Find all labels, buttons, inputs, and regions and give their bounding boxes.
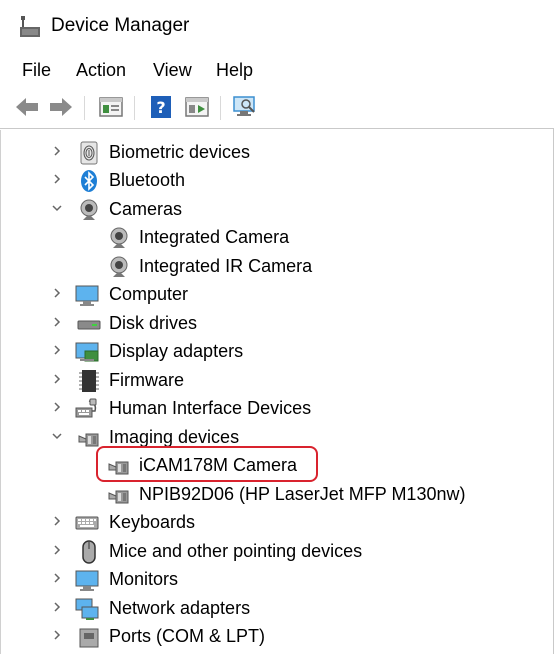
back-arrow-icon[interactable]: [14, 94, 40, 120]
menu-view[interactable]: View: [153, 60, 192, 81]
tree-node-label: Monitors: [109, 569, 179, 589]
menu-file[interactable]: File: [22, 60, 51, 81]
tree-node-label: Keyboards: [109, 512, 196, 532]
forward-arrow-icon[interactable]: [48, 94, 74, 120]
disk-drive-icon: [77, 320, 101, 330]
menu-help[interactable]: Help: [216, 60, 253, 81]
window-title: Device Manager: [51, 15, 190, 36]
help-icon[interactable]: ?: [148, 94, 174, 120]
toolbar-separator: [84, 96, 85, 120]
menu-bar: File Action View Help: [0, 55, 559, 85]
menu-action[interactable]: Action: [76, 60, 126, 81]
chevron-down-icon[interactable]: [51, 430, 63, 442]
chevron-right-icon[interactable]: [51, 173, 63, 185]
chevron-right-icon[interactable]: [51, 401, 63, 413]
scanner-camera-icon: [78, 433, 99, 447]
scan-hardware-icon[interactable]: [232, 94, 258, 120]
tree-node-human-interface-devices[interactable]: Human Interface Devices: [1, 395, 441, 423]
tree-node-label: Integrated IR Camera: [139, 256, 313, 276]
tree-node-label: Computer: [109, 284, 189, 304]
tree-node-label: Disk drives: [109, 313, 198, 333]
chevron-right-icon[interactable]: [51, 287, 63, 299]
tree-node-npib92d06[interactable]: NPIB92D06 (HP LaserJet MFP M130nw): [1, 481, 465, 509]
monitor-icon: [75, 570, 99, 591]
tree-node-integrated-ir-camera[interactable]: Integrated IR Camera: [1, 253, 441, 281]
chevron-right-icon[interactable]: [51, 601, 63, 613]
tree-node-integrated-camera[interactable]: Integrated Camera: [1, 224, 441, 252]
chevron-right-icon[interactable]: [51, 544, 63, 556]
tree-node-network-adapters[interactable]: Network adapters: [1, 595, 441, 623]
tree-node-computer[interactable]: Computer: [1, 281, 441, 309]
hid-icon: [75, 398, 97, 418]
bluetooth-icon: [81, 170, 97, 192]
mouse-icon: [82, 540, 96, 564]
tree-node-label: Imaging devices: [109, 427, 240, 447]
chevron-right-icon[interactable]: [51, 515, 63, 527]
keyboard-icon: [75, 516, 99, 530]
toolbar: ?: [0, 88, 559, 126]
tree-node-label: Biometric devices: [109, 142, 251, 162]
properties-icon[interactable]: [98, 94, 124, 120]
svg-text:?: ?: [156, 98, 165, 117]
tree-node-disk-drives[interactable]: Disk drives: [1, 310, 441, 338]
chevron-right-icon[interactable]: [51, 316, 63, 328]
scanner-camera-icon: [108, 490, 129, 504]
chevron-down-icon[interactable]: [51, 202, 63, 214]
tree-node-label: Ports (COM & LPT): [109, 626, 266, 646]
chevron-right-icon[interactable]: [51, 629, 63, 641]
tree-node-ports[interactable]: Ports (COM & LPT): [1, 623, 441, 651]
tree-node-firmware[interactable]: Firmware: [1, 367, 441, 395]
tree-node-label: Display adapters: [109, 341, 244, 361]
update-driver-icon[interactable]: [184, 94, 210, 120]
toolbar-divider: [0, 128, 553, 129]
display-adapter-icon: [75, 342, 99, 362]
tree-node-label: Network adapters: [109, 598, 251, 618]
device-manager-icon: [20, 16, 40, 37]
tree-node-label: NPIB92D06 (HP LaserJet MFP M130nw): [139, 484, 466, 504]
webcam-icon: [80, 199, 98, 220]
fingerprint-icon: [80, 141, 98, 165]
tree-node-bluetooth[interactable]: Bluetooth: [1, 167, 441, 195]
webcam-icon: [110, 256, 128, 277]
tree-node-monitors[interactable]: Monitors: [1, 566, 441, 594]
tree-node-keyboards[interactable]: Keyboards: [1, 509, 441, 537]
chevron-right-icon[interactable]: [51, 373, 63, 385]
monitor-icon: [75, 285, 99, 306]
tree-node-label: Bluetooth: [109, 170, 186, 190]
chevron-right-icon[interactable]: [51, 145, 63, 157]
tree-node-label: Integrated Camera: [139, 227, 290, 247]
tree-node-display-adapters[interactable]: Display adapters: [1, 338, 441, 366]
tree-node-cameras[interactable]: Cameras: [1, 196, 441, 224]
tree-node-label: Firmware: [109, 370, 184, 390]
title-bar: Device Manager: [0, 0, 559, 50]
tree-node-label: Mice and other pointing devices: [109, 541, 363, 561]
tree-node-mice[interactable]: Mice and other pointing devices: [1, 538, 441, 566]
highlight-box: [96, 446, 318, 482]
device-tree: Biometric devices Bluetooth Cameras Inte…: [0, 130, 554, 654]
webcam-icon: [110, 227, 128, 248]
chip-icon: [79, 370, 99, 392]
port-icon: [79, 628, 99, 648]
toolbar-separator: [134, 96, 135, 120]
tree-node-biometric-devices[interactable]: Biometric devices: [1, 139, 441, 167]
chevron-right-icon[interactable]: [51, 344, 63, 356]
tree-node-label: Cameras: [109, 199, 183, 219]
chevron-right-icon[interactable]: [51, 572, 63, 584]
tree-node-label: Human Interface Devices: [109, 398, 312, 418]
toolbar-separator: [220, 96, 221, 120]
network-icon: [75, 598, 99, 620]
